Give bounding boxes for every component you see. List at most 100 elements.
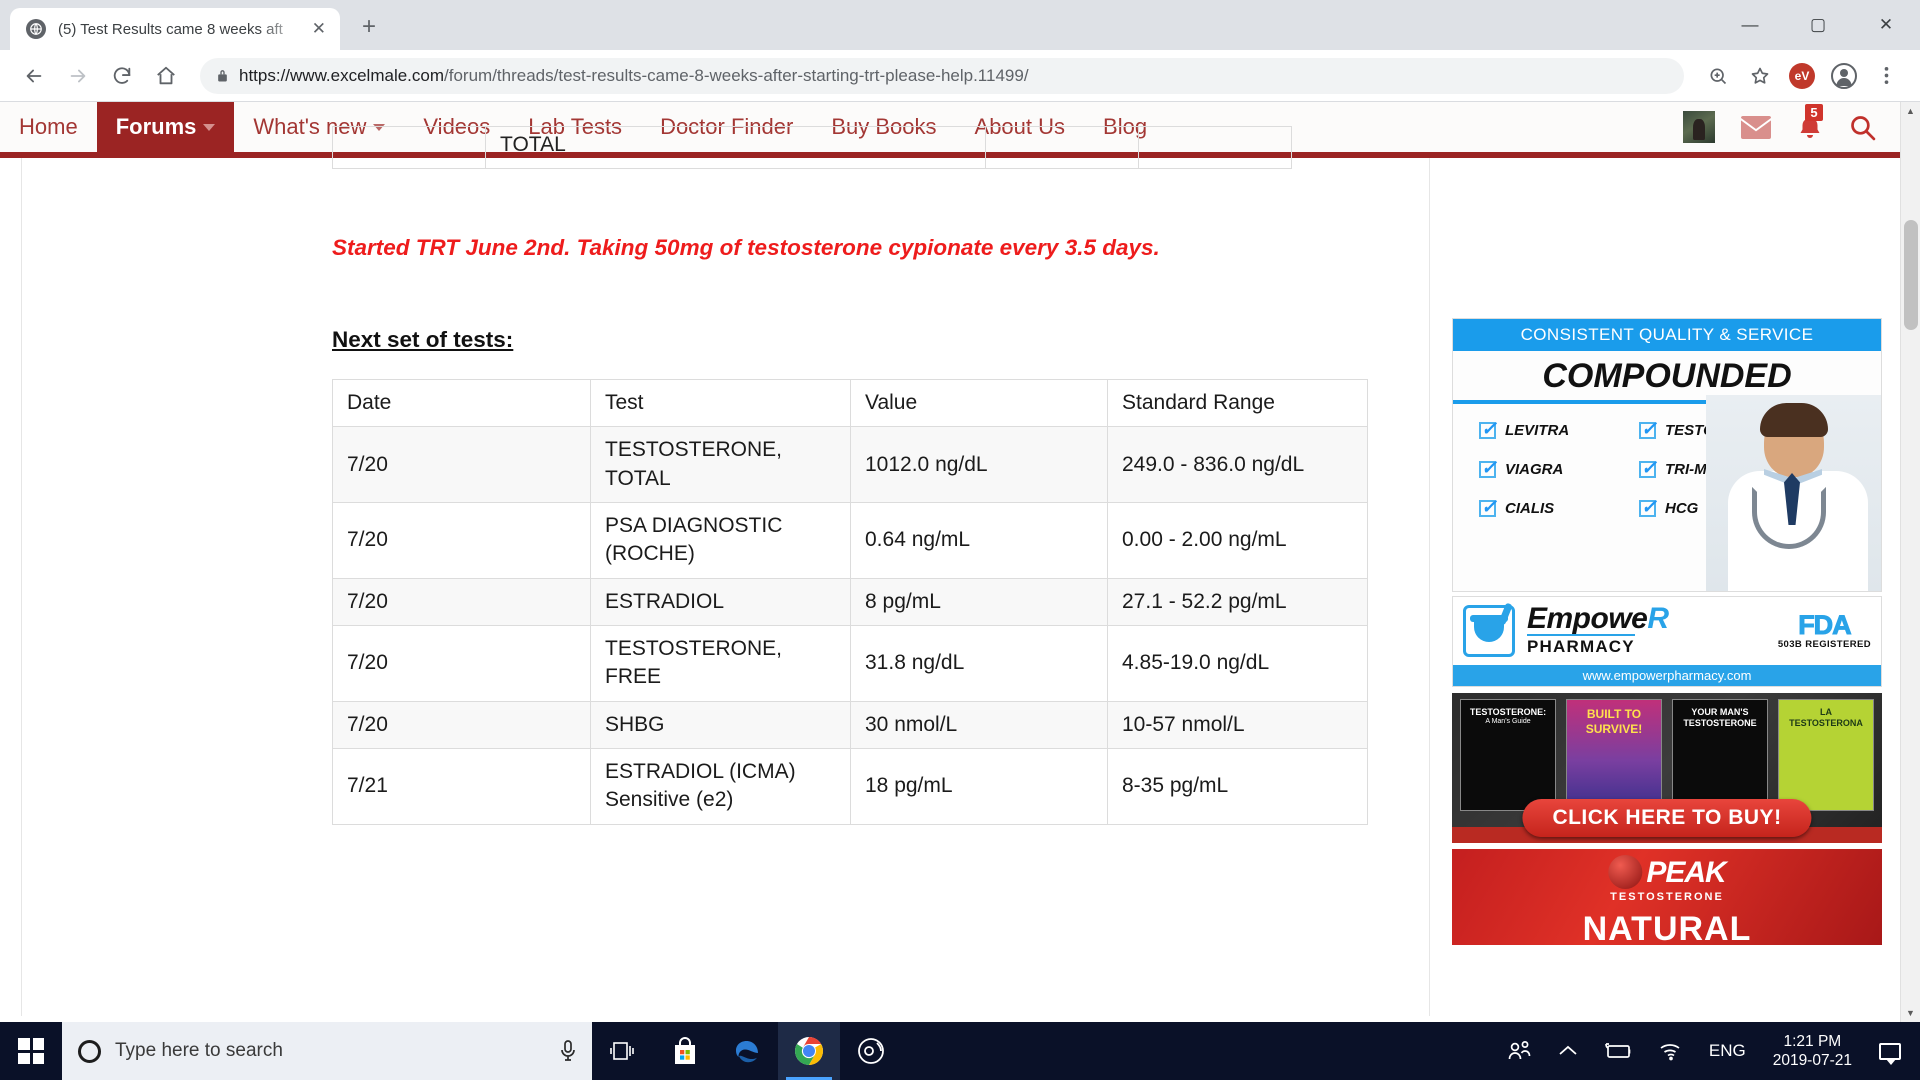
chevron-down-icon — [203, 123, 216, 131]
cell-range: 8-35 pg/mL — [1107, 748, 1368, 825]
list-item: CIALIS — [1479, 496, 1629, 519]
checkbox-icon — [1479, 457, 1497, 480]
table-row: 7/20 ESTRADIOL 8 pg/mL 27.1 - 52.2 pg/mL — [332, 577, 1368, 627]
cell-test: ESTRADIOL (ICMA) Sensitive (e2) — [590, 748, 851, 825]
user-avatar[interactable] — [1683, 111, 1715, 143]
lock-icon — [216, 68, 229, 83]
checkbox-icon — [1639, 418, 1657, 441]
search-icon[interactable] — [1849, 114, 1876, 141]
task-view-icon[interactable] — [592, 1022, 654, 1080]
search-input[interactable]: Type here to search — [62, 1022, 592, 1080]
store-icon[interactable] — [654, 1022, 716, 1080]
arrow-right-icon[interactable] — [58, 56, 98, 96]
cell-test: TESTOSTERONE, TOTAL — [590, 426, 851, 504]
nav-label: Forums — [115, 114, 197, 139]
ad-peak-testosterone[interactable]: PEAK TESTOSTERONE NATURAL — [1452, 849, 1882, 945]
clock[interactable]: 1:21 PM 2019-07-21 — [1759, 1032, 1866, 1071]
battery-charging-icon[interactable] — [1590, 1022, 1646, 1080]
nav-item-home[interactable]: Home — [0, 102, 97, 152]
reload-icon[interactable] — [102, 56, 142, 96]
product-label: LEVITRA — [1505, 422, 1570, 439]
browser-tab[interactable]: (5) Test Results came 8 weeks aft ✕ — [10, 8, 340, 50]
zoom-in-icon[interactable] — [1698, 56, 1738, 96]
table-row: 7/20 TESTOSTERONE, TOTAL 1012.0 ng/dL 24… — [332, 426, 1368, 504]
book-cover: BUILT TO SURVIVE! — [1566, 699, 1662, 811]
chevron-up-icon[interactable] — [1546, 1022, 1590, 1080]
cell-test: TESTOSTERONE, FREE — [590, 625, 851, 702]
web-page: Home Forums What's new Videos Lab Tests — [0, 102, 1900, 1022]
address-bar-url: https://www.excelmale.com/forum/threads/… — [239, 66, 1029, 86]
page-content: TOTAL Started TRT June 2nd. Taking 50mg … — [0, 126, 1900, 1016]
notification-icon[interactable] — [1866, 1022, 1914, 1080]
ad-brand-sub: PHARMACY — [1527, 633, 1635, 657]
star-icon[interactable] — [1740, 56, 1780, 96]
table-row: 7/20 SHBG 30 nmol/L 10-57 nmol/L — [332, 700, 1368, 750]
extension-avatar-button[interactable]: eV — [1782, 56, 1822, 96]
new-tab-button[interactable]: + — [348, 6, 390, 48]
cell-test: PSA DIAGNOSTIC (ROCHE) — [590, 502, 851, 579]
book-title: BUILT TO — [1586, 707, 1642, 721]
chrome-browser-window: (5) Test Results came 8 weeks aft ✕ + — … — [0, 0, 1920, 1022]
book-subtitle: TESTOSTERONE — [1683, 718, 1757, 729]
cell-date: 7/20 — [332, 502, 591, 579]
doctor-photo — [1706, 395, 1881, 591]
page-scrollbar[interactable]: ▲ ▼ — [1900, 102, 1920, 1022]
address-bar[interactable]: https://www.excelmale.com/forum/threads/… — [200, 57, 1684, 94]
buy-button[interactable]: CLICK HERE TO BUY! — [1522, 799, 1812, 837]
extension-badge: eV — [1789, 62, 1815, 89]
chrome-icon[interactable] — [778, 1022, 840, 1080]
edge-icon[interactable] — [716, 1022, 778, 1080]
taskbar-items — [592, 1022, 902, 1080]
envelope-icon[interactable] — [1741, 115, 1771, 139]
book-cover: TESTOSTERONE: A Man's Guide — [1460, 699, 1556, 811]
column-header-range: Standard Range — [1107, 378, 1368, 428]
scrollbar-thumb[interactable] — [1904, 220, 1918, 330]
left-gutter — [0, 158, 22, 1016]
ad-url[interactable]: www.empowerpharmacy.com — [1453, 665, 1881, 686]
column-header-value: Value — [850, 378, 1108, 428]
clock-date: 2019-07-21 — [1772, 1052, 1852, 1069]
ad-compounded-pharmacy[interactable]: CONSISTENT QUALITY & SERVICE COMPOUNDED … — [1452, 318, 1882, 592]
thread-post: TOTAL Started TRT June 2nd. Taking 50mg … — [22, 126, 1430, 1016]
cell-range: 0.00 - 2.00 ng/mL — [1107, 502, 1368, 579]
close-window-button[interactable]: ✕ — [1852, 0, 1920, 50]
ad-empower-pharmacy[interactable]: EmpoweR PHARMACY FDA 503B REGISTERED www… — [1452, 596, 1882, 687]
cortana-circle-icon — [78, 1039, 101, 1063]
column-header-date: Date — [332, 378, 591, 428]
ad-banner-text: CONSISTENT QUALITY & SERVICE — [1453, 319, 1881, 351]
bell-icon[interactable]: 5 — [1797, 103, 1823, 141]
book-cover: YOUR MAN'S TESTOSTERONE — [1672, 699, 1768, 811]
scroll-down-arrow-icon[interactable]: ▼ — [1901, 1004, 1920, 1022]
cell-date: 7/20 — [332, 625, 591, 702]
media-player-icon[interactable] — [840, 1022, 902, 1080]
language-indicator[interactable]: ENG — [1696, 1022, 1759, 1080]
table-row: 7/20 PSA DIAGNOSTIC (ROCHE) 0.64 ng/mL 0… — [332, 502, 1368, 579]
ad-books[interactable]: TESTOSTERONE: A Man's Guide BUILT TO SURVI… — [1452, 693, 1882, 843]
people-icon[interactable] — [1494, 1022, 1546, 1080]
sidebar-ads: CONSISTENT QUALITY & SERVICE COMPOUNDED … — [1430, 158, 1900, 1016]
book-title: TESTOSTERONE: — [1469, 707, 1547, 717]
cell-value: 0.64 ng/mL — [850, 502, 1108, 579]
close-icon[interactable]: ✕ — [308, 19, 330, 39]
maximize-button[interactable]: ▢ — [1784, 0, 1852, 50]
url-path: /forum/threads/test-results-came-8-weeks… — [444, 65, 1029, 85]
cell-test: ESTRADIOL — [590, 577, 851, 627]
windows-logo-icon[interactable] — [0, 1022, 62, 1080]
scroll-up-arrow-icon[interactable]: ▲ — [1901, 102, 1920, 120]
book-subtitle: SURVIVE! — [1585, 722, 1643, 736]
arrow-left-icon[interactable] — [14, 56, 54, 96]
cell-date: 7/20 — [332, 577, 591, 627]
book-subtitle: A Man's Guide — [1485, 718, 1531, 726]
microphone-icon[interactable] — [560, 1040, 576, 1062]
kebab-menu-icon[interactable] — [1866, 56, 1906, 96]
checkbox-icon — [1479, 418, 1497, 441]
column-header-test: Test — [590, 378, 851, 428]
profile-icon[interactable] — [1824, 56, 1864, 96]
nav-item-forums[interactable]: Forums — [96, 102, 235, 152]
product-label: VIAGRA — [1505, 461, 1564, 478]
wifi-icon[interactable] — [1646, 1022, 1696, 1080]
checkbox-icon — [1479, 496, 1497, 519]
minimize-button[interactable]: — — [1716, 0, 1784, 50]
home-icon[interactable] — [146, 56, 186, 96]
book-covers: TESTOSTERONE: A Man's Guide BUILT TO SURVI… — [1452, 693, 1882, 811]
